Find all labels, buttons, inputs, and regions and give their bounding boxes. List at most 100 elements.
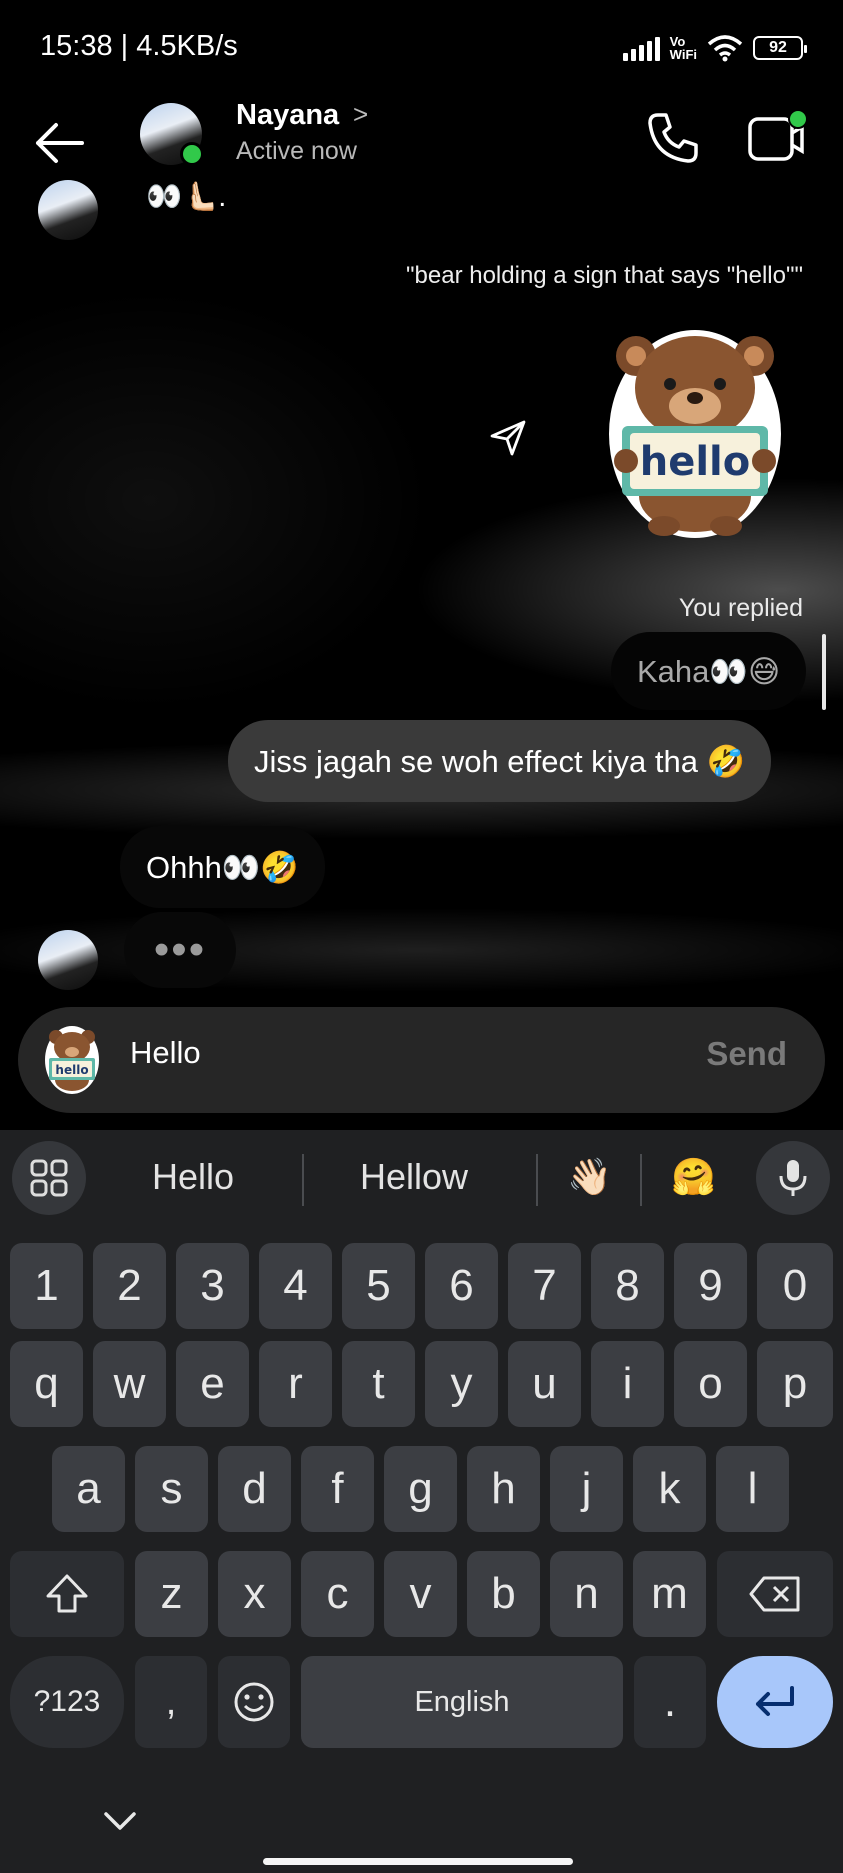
suggestion-1[interactable]: Hello: [152, 1156, 234, 1198]
keyboard: Hello Hellow 👋🏻 🤗 1 2 3 4 5 6 7 8 9 0 q …: [0, 1130, 843, 1873]
key-m[interactable]: m: [633, 1551, 706, 1637]
suggestion-3[interactable]: 👋🏻: [567, 1156, 612, 1198]
vowifi-line2: WiFi: [669, 47, 697, 62]
suggestion-divider: [536, 1154, 538, 1206]
key-a[interactable]: a: [52, 1446, 125, 1532]
enter-key[interactable]: [717, 1656, 833, 1748]
wifi-icon: [707, 35, 743, 62]
key-t[interactable]: t: [342, 1341, 415, 1427]
contact-avatar-small: [38, 180, 98, 240]
backspace-icon: [749, 1576, 800, 1612]
key-8[interactable]: 8: [591, 1243, 664, 1329]
apps-grid-icon[interactable]: [12, 1141, 86, 1215]
key-d[interactable]: d: [218, 1446, 291, 1532]
period-key[interactable]: .: [634, 1656, 706, 1748]
microphone-icon[interactable]: [756, 1141, 830, 1215]
key-2[interactable]: 2: [93, 1243, 166, 1329]
outgoing-message-text: Jiss jagah se woh effect kiya tha 🤣: [254, 743, 746, 779]
key-x[interactable]: x: [218, 1551, 291, 1637]
phone-call-icon[interactable]: [644, 109, 702, 167]
key-y[interactable]: y: [425, 1341, 498, 1427]
shift-key[interactable]: [10, 1551, 124, 1637]
status-bar: 15:38 | 4.5KB/s Vo WiFi 92: [0, 0, 843, 95]
composer-sticker-text: hello: [55, 1063, 88, 1077]
online-status-dot: [180, 142, 204, 166]
key-4[interactable]: 4: [259, 1243, 332, 1329]
battery-icon: 92: [753, 36, 807, 60]
share-icon[interactable]: [488, 418, 528, 458]
key-i[interactable]: i: [591, 1341, 664, 1427]
signal-icon: [622, 35, 660, 61]
video-call-icon[interactable]: [746, 105, 808, 167]
key-o[interactable]: o: [674, 1341, 747, 1427]
key-e[interactable]: e: [176, 1341, 249, 1427]
enter-arrow-icon: [756, 1686, 794, 1716]
home-indicator[interactable]: [263, 1858, 573, 1865]
suggestion-2[interactable]: Hellow: [360, 1156, 468, 1198]
sticker-sign-text: hello: [640, 439, 751, 485]
key-6[interactable]: 6: [425, 1243, 498, 1329]
key-p[interactable]: p: [757, 1341, 833, 1427]
comma-key[interactable]: ,: [135, 1656, 207, 1748]
chevron-down-icon[interactable]: [98, 1800, 142, 1844]
quoted-reply-text: Kaha👀😅: [637, 653, 781, 689]
emoji-smiley-icon: [234, 1682, 274, 1722]
contact-name[interactable]: Nayana: [236, 99, 339, 132]
screen: 15:38 | 4.5KB/s Vo WiFi 92 Nayana > Acti…: [0, 0, 843, 1873]
emoji-key[interactable]: [218, 1656, 290, 1748]
incoming-message-bubble[interactable]: Ohhh👀🤣: [120, 826, 326, 908]
vowifi-icon: Vo WiFi: [670, 35, 697, 61]
key-7[interactable]: 7: [508, 1243, 581, 1329]
key-1[interactable]: 1: [10, 1243, 83, 1329]
key-z[interactable]: z: [135, 1551, 208, 1637]
spacebar-key[interactable]: English: [301, 1656, 623, 1748]
message-composer: hello Hello Send: [18, 1007, 825, 1113]
send-button[interactable]: Send: [706, 1035, 787, 1073]
key-c[interactable]: c: [301, 1551, 374, 1637]
key-5[interactable]: 5: [342, 1243, 415, 1329]
symbols-key[interactable]: ?123: [10, 1656, 124, 1748]
key-k[interactable]: k: [633, 1446, 706, 1532]
key-n[interactable]: n: [550, 1551, 623, 1637]
typing-dots: •••: [153, 925, 207, 974]
typing-indicator: •••: [124, 912, 236, 988]
suggestion-4[interactable]: 🤗: [671, 1156, 716, 1198]
contact-avatar-small: [38, 930, 98, 990]
key-r[interactable]: r: [259, 1341, 332, 1427]
message-input[interactable]: Hello: [130, 1035, 201, 1071]
key-v[interactable]: v: [384, 1551, 457, 1637]
key-s[interactable]: s: [135, 1446, 208, 1532]
key-f[interactable]: f: [301, 1446, 374, 1532]
bear-sticker[interactable]: hello: [604, 326, 786, 542]
chat-header: Nayana > Active now: [0, 95, 843, 195]
key-3[interactable]: 3: [176, 1243, 249, 1329]
key-h[interactable]: h: [467, 1446, 540, 1532]
reply-indicator-bar: [822, 634, 826, 710]
partial-message: 👀🫷🏻.: [146, 181, 227, 213]
status-icons: Vo WiFi 92: [622, 28, 807, 68]
key-b[interactable]: b: [467, 1551, 540, 1637]
key-j[interactable]: j: [550, 1446, 623, 1532]
key-g[interactable]: g: [384, 1446, 457, 1532]
reply-label: You replied: [678, 594, 803, 622]
key-w[interactable]: w: [93, 1341, 166, 1427]
chevron-right-icon[interactable]: >: [353, 99, 368, 130]
back-arrow-icon[interactable]: [32, 115, 88, 171]
outgoing-message-bubble[interactable]: Jiss jagah se woh effect kiya tha 🤣: [228, 720, 772, 802]
key-l[interactable]: l: [716, 1446, 789, 1532]
key-0[interactable]: 0: [757, 1243, 833, 1329]
suggestion-divider: [640, 1154, 642, 1206]
suggestion-divider: [302, 1154, 304, 1206]
key-u[interactable]: u: [508, 1341, 581, 1427]
incoming-message-text: Ohhh👀🤣: [146, 849, 300, 885]
status-time: 15:38 | 4.5KB/s: [40, 30, 238, 62]
shift-arrow-icon: [46, 1574, 88, 1613]
backspace-key[interactable]: [717, 1551, 833, 1637]
battery-level: 92: [769, 39, 787, 56]
key-q[interactable]: q: [10, 1341, 83, 1427]
suggestion-strip: Hello Hellow 👋🏻 🤗: [0, 1130, 843, 1228]
quoted-reply-bubble[interactable]: Kaha👀😅: [611, 632, 807, 710]
sticker-prompt-text: "bear holding a sign that says "hello"": [406, 262, 803, 289]
key-9[interactable]: 9: [674, 1243, 747, 1329]
sticker-picker-icon[interactable]: hello: [44, 1025, 100, 1095]
